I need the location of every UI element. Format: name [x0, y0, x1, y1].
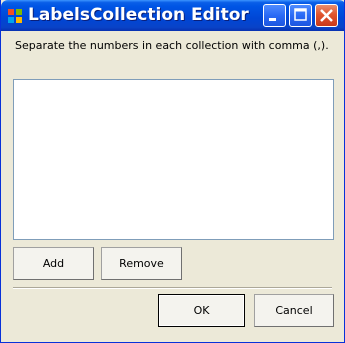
ok-button[interactable]: OK — [158, 294, 245, 327]
maximize-icon — [294, 8, 307, 21]
collection-listbox[interactable] — [13, 79, 334, 240]
maximize-button[interactable] — [289, 4, 312, 27]
dialog-body: Separate the numbers in each collection … — [1, 31, 344, 342]
close-icon — [320, 9, 333, 22]
minimize-button[interactable] — [263, 4, 286, 27]
add-button-label: Add — [42, 257, 65, 270]
remove-button-label: Remove — [119, 257, 164, 270]
cancel-button[interactable]: Cancel — [254, 294, 334, 327]
labels-collection-editor-window: LabelsCollection Editor Separate the num… — [0, 0, 345, 343]
add-button[interactable]: Add — [13, 247, 94, 280]
instruction-label: Separate the numbers in each collection … — [15, 39, 329, 52]
ok-button-label: OK — [193, 304, 210, 317]
remove-button[interactable]: Remove — [101, 247, 182, 280]
close-button[interactable] — [315, 4, 338, 27]
title-bar[interactable]: LabelsCollection Editor — [1, 0, 344, 31]
cancel-button-label: Cancel — [275, 304, 313, 317]
separator-line — [13, 287, 332, 289]
window-title: LabelsCollection Editor — [28, 5, 249, 25]
app-icon — [7, 8, 23, 24]
minimize-icon — [269, 18, 276, 21]
